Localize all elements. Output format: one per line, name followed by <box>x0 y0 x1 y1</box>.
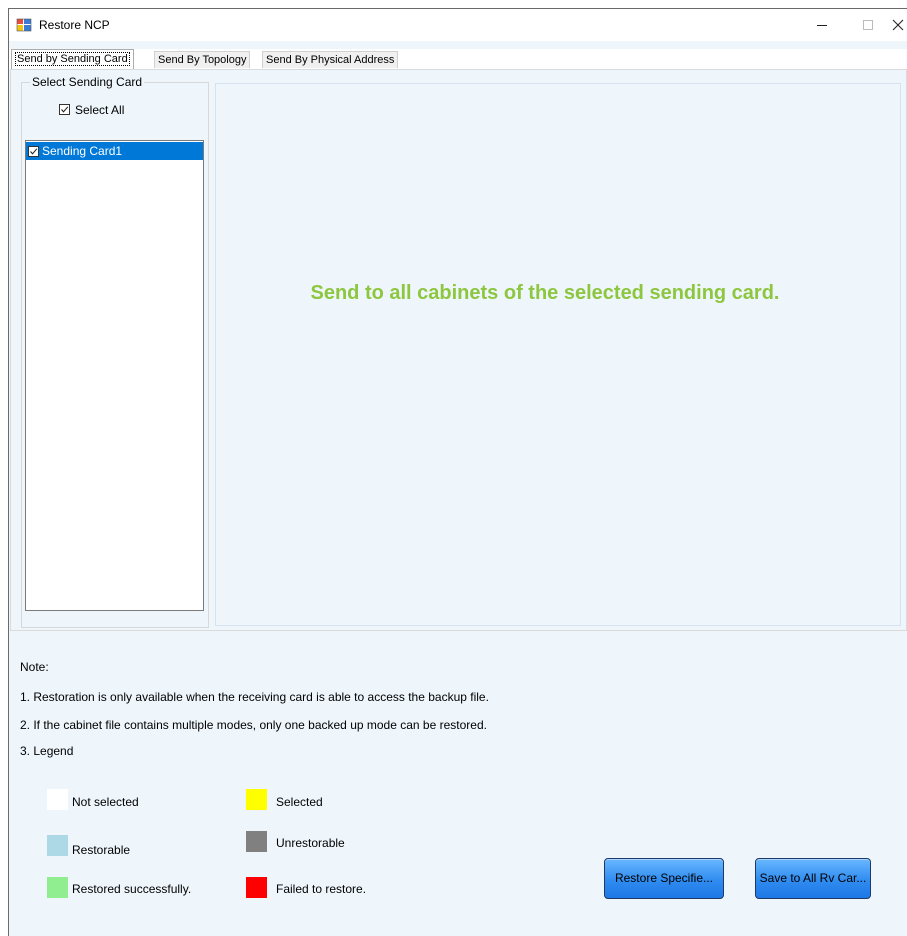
select-all-checkbox[interactable] <box>59 104 70 115</box>
tab-label: Send By Topology <box>158 54 247 66</box>
tab-strip <box>9 49 907 69</box>
save-to-all-rv-card-button[interactable]: Save to All Rv Car... <box>755 858 871 899</box>
legend-label-failed-to-restore: Failed to restore. <box>276 882 367 896</box>
sending-card-list[interactable] <box>25 140 204 611</box>
info-message: Send to all cabinets of the selected sen… <box>310 282 780 304</box>
tab-label: Send by Sending Card <box>15 52 130 66</box>
tab-label: Send By Physical Address <box>266 54 395 66</box>
app-icon <box>16 18 32 32</box>
maximize-icon <box>863 20 873 30</box>
note-line-3: 3. Legend <box>20 744 74 758</box>
cabinet-view-panel <box>215 83 901 626</box>
close-icon <box>892 19 904 31</box>
sending-card1-checkbox[interactable] <box>28 146 39 157</box>
legend-label-not-selected: Not selected <box>72 795 139 809</box>
select-all-label[interactable]: Select All <box>75 103 124 117</box>
note-line-1: 1. Restoration is only available when th… <box>20 690 489 704</box>
restore-specified-button[interactable]: Restore Specifie... <box>604 858 724 899</box>
legend-swatch-failed-to-restore <box>246 877 267 898</box>
note-heading: Note: <box>20 660 49 674</box>
window-title: Restore NCP <box>39 18 110 32</box>
legend-swatch-unrestorable <box>246 831 267 852</box>
close-button[interactable] <box>889 9 907 41</box>
group-title: Select Sending Card <box>30 75 145 89</box>
legend-swatch-selected <box>246 789 267 810</box>
legend-swatch-not-selected <box>47 789 68 810</box>
tab-send-by-sending-card[interactable]: Send by Sending Card <box>11 49 134 69</box>
checkmark-icon <box>61 106 69 113</box>
title-bar: Restore NCP <box>9 9 907 41</box>
checkmark-icon <box>30 148 38 155</box>
legend-swatch-restored-successfully <box>47 877 68 898</box>
legend-label-unrestorable: Unrestorable <box>276 836 345 850</box>
legend-label-restorable: Restorable <box>72 843 131 857</box>
legend-label-selected: Selected <box>276 795 323 809</box>
legend-label-restored-successfully: Restored successfully. <box>72 882 192 896</box>
maximize-button[interactable] <box>845 9 891 41</box>
minimize-icon <box>817 25 827 26</box>
tab-send-by-topology[interactable]: Send By Topology <box>154 51 251 68</box>
minimize-button[interactable] <box>799 9 845 41</box>
restore-ncp-window: Restore NCP Send by Sending Card Send By… <box>8 8 907 936</box>
tab-send-by-physical-address[interactable]: Send By Physical Address <box>262 51 399 68</box>
legend-swatch-restorable <box>47 835 68 856</box>
note-line-2: 2. If the cabinet file contains multiple… <box>20 718 487 732</box>
list-item-label: Sending Card1 <box>42 144 123 158</box>
